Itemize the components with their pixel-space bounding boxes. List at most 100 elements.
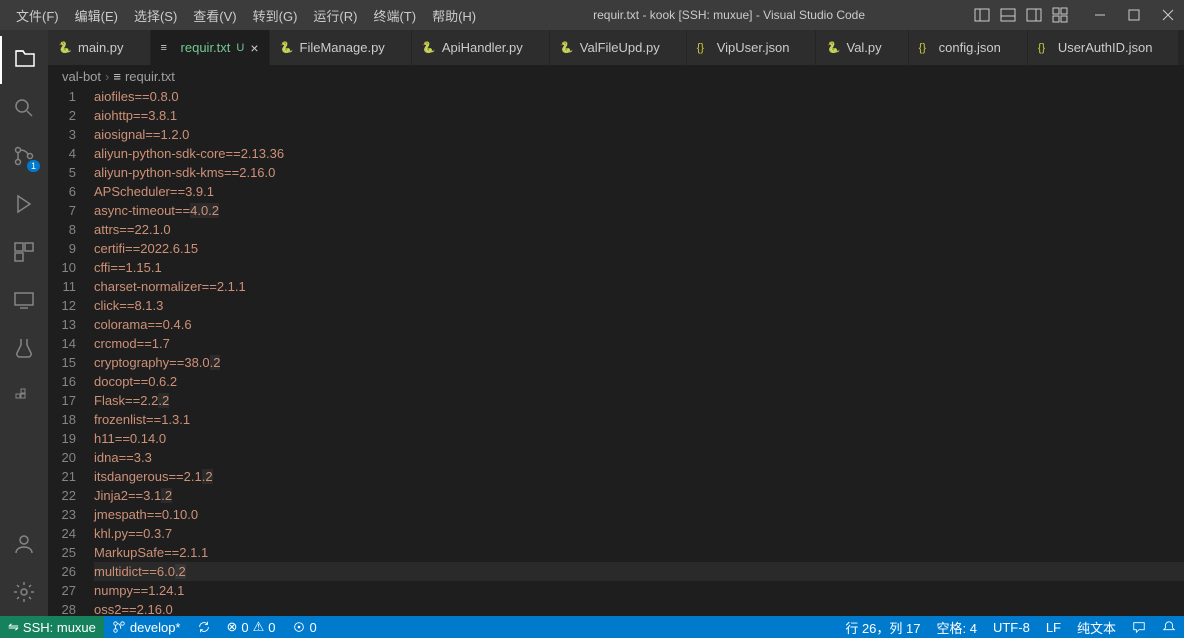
close-icon[interactable]: × <box>250 40 258 56</box>
eol-indicator[interactable]: LF <box>1038 616 1069 638</box>
code-line[interactable]: crcmod==1.7 <box>94 334 1184 353</box>
menu-item[interactable]: 查看(V) <box>185 2 244 29</box>
docker-activity[interactable] <box>0 372 48 420</box>
remote-indicator[interactable]: ⇋SSH: muxue <box>0 616 104 638</box>
close-icon[interactable] <box>1160 7 1176 23</box>
layout-toggle-icon[interactable] <box>974 7 990 23</box>
breadcrumb-file[interactable]: requir.txt <box>125 69 175 84</box>
titlebar: 文件(F)编辑(E)选择(S)查看(V)转到(G)运行(R)终端(T)帮助(H)… <box>0 0 1184 30</box>
code-line[interactable]: attrs==22.1.0 <box>94 220 1184 239</box>
run-activity[interactable] <box>0 180 48 228</box>
code-line[interactable]: MarkupSafe==2.1.1 <box>94 543 1184 562</box>
code-line[interactable]: multidict==6.0.2 <box>94 562 1184 581</box>
tabs-row: 🐍main.py≡requir.txtU×🐍FileManage.py🐍ApiH… <box>48 30 1184 65</box>
title-actions <box>974 7 1176 23</box>
statusbar: ⇋SSH: muxue develop* ⊗0⚠0 0 行 26，列 17 空格… <box>0 616 1184 638</box>
explorer-activity[interactable] <box>0 36 48 84</box>
customize-layout-icon[interactable] <box>1052 7 1068 23</box>
code-line[interactable]: colorama==0.4.6 <box>94 315 1184 334</box>
code-line[interactable]: APScheduler==3.9.1 <box>94 182 1184 201</box>
code-area[interactable]: 1234567891011121314151617181920212223242… <box>48 87 1184 616</box>
feedback-icon[interactable] <box>1124 616 1154 638</box>
indent-indicator[interactable]: 空格: 4 <box>929 616 985 638</box>
menu-item[interactable]: 运行(R) <box>305 2 365 29</box>
code-line[interactable]: numpy==1.24.1 <box>94 581 1184 600</box>
code-line[interactable]: certifi==2022.6.15 <box>94 239 1184 258</box>
error-count: 0 <box>241 620 248 635</box>
sidebar-right-icon[interactable] <box>1026 7 1042 23</box>
menu-item[interactable]: 转到(G) <box>245 2 306 29</box>
editor-tab[interactable]: 🐍Val.py <box>816 30 908 65</box>
scm-badge: 1 <box>27 160 40 172</box>
code-line[interactable]: Flask==2.2.2 <box>94 391 1184 410</box>
code-line[interactable]: cffi==1.15.1 <box>94 258 1184 277</box>
tab-label: ValFileUpd.py <box>580 40 660 55</box>
code-line[interactable]: aliyun-python-sdk-kms==2.16.0 <box>94 163 1184 182</box>
account-activity[interactable] <box>0 520 48 568</box>
code-line[interactable]: h11==0.14.0 <box>94 429 1184 448</box>
branch-indicator[interactable]: develop* <box>104 616 189 638</box>
editor-tab[interactable]: {}UserAuthID.json <box>1028 30 1180 65</box>
settings-activity[interactable] <box>0 568 48 616</box>
extensions-activity[interactable] <box>0 228 48 276</box>
code-line[interactable]: idna==3.3 <box>94 448 1184 467</box>
code-line[interactable]: aiofiles==0.8.0 <box>94 87 1184 106</box>
search-activity[interactable] <box>0 84 48 132</box>
code-line[interactable]: oss2==2.16.0 <box>94 600 1184 616</box>
scm-activity[interactable]: 1 <box>0 132 48 180</box>
editor-tab[interactable]: 🐍main.py <box>48 30 151 65</box>
code-line[interactable]: cryptography==38.0.2 <box>94 353 1184 372</box>
tab-label: requir.txt <box>181 40 231 55</box>
tab-label: ApiHandler.py <box>442 40 523 55</box>
editor-tab[interactable]: 🐍ValFileUpd.py <box>550 30 687 65</box>
editor-tab[interactable]: 🐍ApiHandler.py <box>412 30 550 65</box>
code-line[interactable]: itsdangerous==2.1.2 <box>94 467 1184 486</box>
code-lines[interactable]: aiofiles==0.8.0aiohttp==3.8.1aiosignal==… <box>90 87 1184 616</box>
chevron-right-icon: › <box>105 69 109 84</box>
notifications-icon[interactable] <box>1154 616 1184 638</box>
tab-label: UserAuthID.json <box>1058 40 1153 55</box>
tab-status: U <box>236 42 244 54</box>
remote-label: SSH: muxue <box>23 620 96 635</box>
menu-item[interactable]: 文件(F) <box>8 2 67 29</box>
sync-indicator[interactable] <box>189 616 219 638</box>
code-line[interactable]: docopt==0.6.2 <box>94 372 1184 391</box>
code-line[interactable]: Jinja2==3.1.2 <box>94 486 1184 505</box>
menu-item[interactable]: 编辑(E) <box>67 2 126 29</box>
testing-activity[interactable] <box>0 324 48 372</box>
code-line[interactable]: aiohttp==3.8.1 <box>94 106 1184 125</box>
code-line[interactable]: click==8.1.3 <box>94 296 1184 315</box>
maximize-icon[interactable] <box>1126 7 1142 23</box>
minimize-icon[interactable] <box>1092 7 1108 23</box>
tab-label: Val.py <box>846 40 881 55</box>
ports-count: 0 <box>310 620 317 635</box>
menu-bar: 文件(F)编辑(E)选择(S)查看(V)转到(G)运行(R)终端(T)帮助(H) <box>8 2 484 29</box>
code-line[interactable]: jmespath==0.10.0 <box>94 505 1184 524</box>
problems-indicator[interactable]: ⊗0⚠0 <box>219 616 284 638</box>
code-line[interactable]: aiosignal==1.2.0 <box>94 125 1184 144</box>
remote-activity[interactable] <box>0 276 48 324</box>
breadcrumb-folder[interactable]: val-bot <box>62 69 101 84</box>
code-line[interactable]: aliyun-python-sdk-core==2.13.36 <box>94 144 1184 163</box>
menu-item[interactable]: 终端(T) <box>365 2 424 29</box>
cursor-position[interactable]: 行 26，列 17 <box>837 616 928 638</box>
editor-tab[interactable]: {}config.json <box>909 30 1028 65</box>
tab-label: FileManage.py <box>300 40 385 55</box>
editor-tab[interactable]: {}VipUser.json <box>687 30 817 65</box>
language-indicator[interactable]: 纯文本 <box>1069 616 1124 638</box>
editor-tab[interactable]: ≡requir.txtU× <box>151 30 270 65</box>
code-line[interactable]: charset-normalizer==2.1.1 <box>94 277 1184 296</box>
breadcrumb[interactable]: val-bot › ≡ requir.txt <box>48 65 1184 87</box>
code-line[interactable]: khl.py==0.3.7 <box>94 524 1184 543</box>
tab-actions: ⋯ <box>1179 30 1184 65</box>
code-line[interactable]: frozenlist==1.3.1 <box>94 410 1184 429</box>
menu-item[interactable]: 帮助(H) <box>424 2 484 29</box>
ports-indicator[interactable]: 0 <box>284 616 325 638</box>
tab-label: config.json <box>939 40 1001 55</box>
branch-label: develop* <box>130 620 181 635</box>
panel-toggle-icon[interactable] <box>1000 7 1016 23</box>
encoding-indicator[interactable]: UTF-8 <box>985 616 1038 638</box>
code-line[interactable]: async-timeout==4.0.2 <box>94 201 1184 220</box>
menu-item[interactable]: 选择(S) <box>126 2 185 29</box>
editor-tab[interactable]: 🐍FileManage.py <box>270 30 412 65</box>
